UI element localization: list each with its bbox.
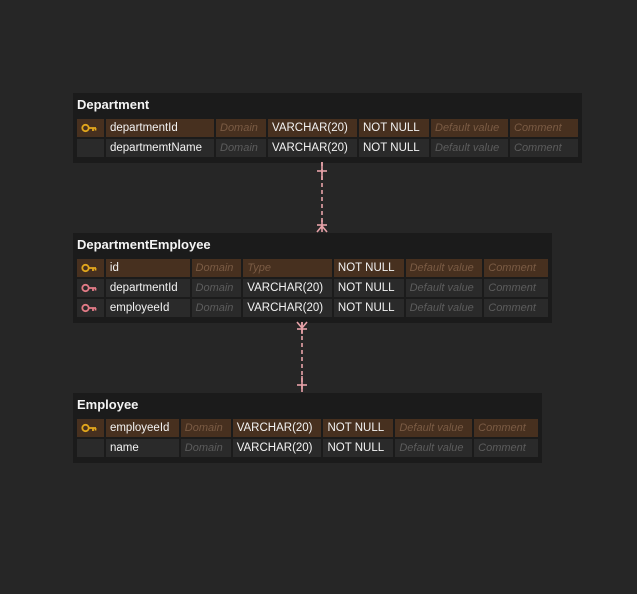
relation-department-to-department-employee[interactable]: [316, 162, 328, 233]
relation-employee-to-department-employee[interactable]: [296, 321, 308, 392]
relationship-lines: [296, 162, 328, 392]
